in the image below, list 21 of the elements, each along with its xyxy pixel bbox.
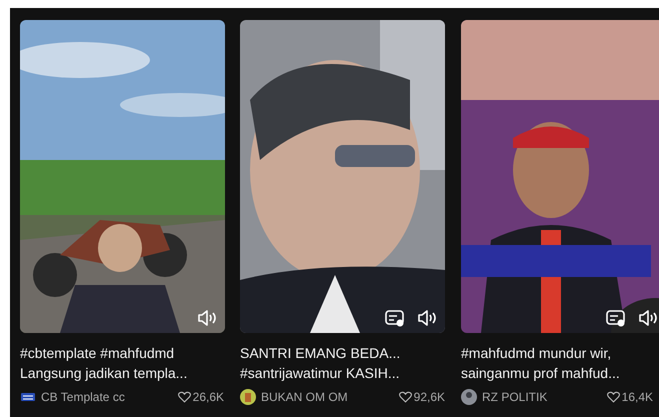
author-name[interactable]: CB Template cc [41, 390, 178, 404]
heart-icon [606, 391, 620, 403]
heart-icon [178, 391, 191, 403]
like-count: 16,4K [622, 390, 654, 404]
captions-icon[interactable] [385, 309, 405, 327]
captions-icon[interactable] [606, 309, 626, 327]
author-name[interactable]: BUKAN OM OM [261, 390, 399, 404]
speaker-icon[interactable] [417, 309, 437, 327]
like-count: 26,6K [192, 390, 225, 404]
heart-icon [398, 391, 412, 403]
video-caption: Langsung jadikan templa... [20, 364, 188, 383]
video-caption: #mahfudmd mundur wir, [461, 344, 612, 363]
video-caption: #cbtemplate #mahfudmd [20, 344, 176, 363]
author-name[interactable]: RZ POLITIK [482, 390, 607, 404]
speaker-icon[interactable] [638, 309, 658, 327]
video-caption: #santrijawatimur KASIH... [240, 364, 400, 383]
video-caption: SANTRI EMANG BEDA... [240, 344, 402, 363]
avatar-icon [240, 389, 256, 405]
like-count: 92,6K [414, 390, 446, 404]
avatar-icon [461, 389, 477, 405]
video-caption: sainganmu prof mahfud... [461, 364, 621, 383]
